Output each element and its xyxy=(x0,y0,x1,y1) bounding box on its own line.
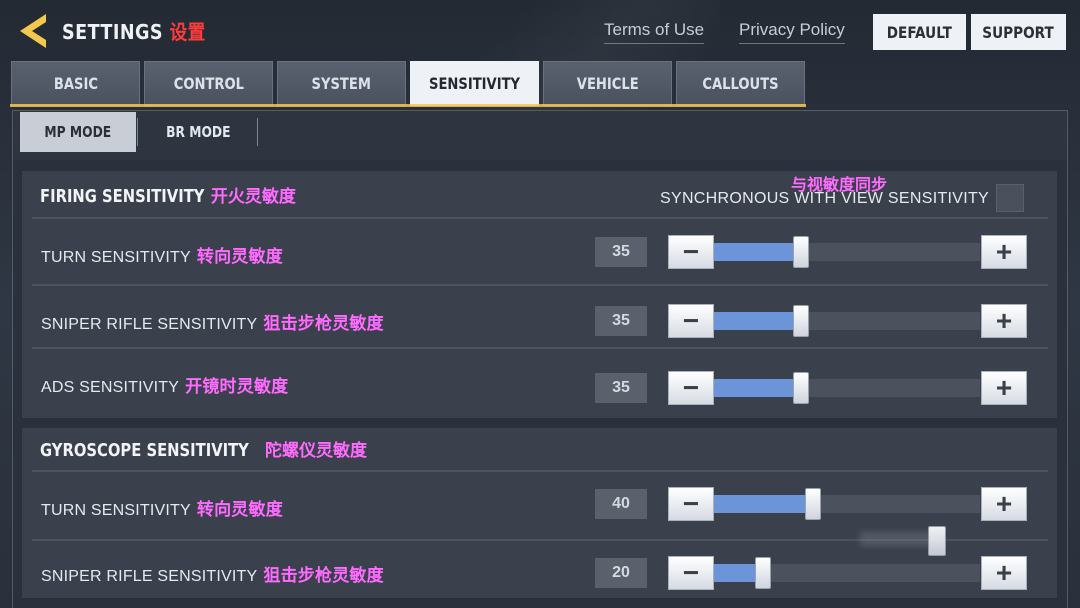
firing-ads-slider-thumb[interactable] xyxy=(792,372,809,404)
back-arrow-icon xyxy=(20,14,46,48)
default-button[interactable]: DEFAULT xyxy=(873,14,966,50)
firing-title-en: FIRING SENSITIVITY xyxy=(40,186,205,207)
sync-label: SYNCHRONOUS WITH VIEW SENSITIVITY xyxy=(660,190,990,207)
support-button[interactable]: SUPPORT xyxy=(971,14,1066,50)
row-label-en: TURN SENSITIVITY xyxy=(41,502,191,519)
divider xyxy=(137,118,138,146)
firing-ads-label: ADS SENSITIVITY 开镜时灵敏度 xyxy=(41,372,288,397)
tab-sensitivity[interactable]: SENSITIVITY xyxy=(410,61,539,106)
default-button-label: DEFAULT xyxy=(886,22,953,42)
row-label-cn: 转向灵敏度 xyxy=(196,500,283,519)
gyro-section-title: GYROSCOPE SENSITIVITY 陀螺仪灵敏度 xyxy=(40,436,367,461)
plus-icon: + xyxy=(995,372,1013,403)
tab-label: SENSITIVITY xyxy=(428,74,521,93)
row-label-en: ADS SENSITIVITY xyxy=(41,379,180,396)
firing-ads-value[interactable]: 35 xyxy=(595,373,647,403)
plus-icon: + xyxy=(995,557,1013,588)
tab-label: VEHICLE xyxy=(576,74,639,93)
gyro-turn-decrease-button[interactable]: − xyxy=(668,487,714,521)
gyro-turn-value[interactable]: 40 xyxy=(595,489,647,519)
row-label-cn: 开镜时灵敏度 xyxy=(185,377,289,396)
firing-sniper-increase-button[interactable]: + xyxy=(981,304,1027,338)
subtab-label: BR MODE xyxy=(165,123,231,141)
firing-section-title: FIRING SENSITIVITY 开火灵敏度 xyxy=(40,182,296,207)
dragging-slider-thumb[interactable] xyxy=(928,526,946,556)
row-label-en: TURN SENSITIVITY xyxy=(41,249,191,266)
page-title: SETTINGS 设置 xyxy=(62,16,206,45)
firing-turn-slider-thumb[interactable] xyxy=(792,236,809,268)
firing-turn-slider[interactable] xyxy=(714,243,980,261)
tab-basic[interactable]: BASIC xyxy=(11,61,140,106)
minus-icon: − xyxy=(682,305,700,336)
gyro-sniper-increase-button[interactable]: + xyxy=(981,556,1027,590)
back-button[interactable] xyxy=(16,12,50,50)
row-label-cn: 狙击步枪灵敏度 xyxy=(263,314,384,333)
gyro-turn-slider[interactable] xyxy=(714,495,980,513)
subtab-br-mode[interactable]: BR MODE xyxy=(140,112,256,152)
firing-sniper-decrease-button[interactable]: − xyxy=(668,304,714,338)
firing-turn-decrease-button[interactable]: − xyxy=(668,235,714,269)
firing-ads-increase-button[interactable]: + xyxy=(981,371,1027,405)
gyro-sniper-decrease-button[interactable]: − xyxy=(668,556,714,590)
row-separator xyxy=(32,470,1048,472)
plus-icon: + xyxy=(995,488,1013,519)
firing-ads-decrease-button[interactable]: − xyxy=(668,371,714,405)
terms-link[interactable]: Terms of Use xyxy=(604,20,705,44)
minus-icon: − xyxy=(682,372,700,403)
row-separator xyxy=(32,217,1048,219)
minus-icon: − xyxy=(682,557,700,588)
gyro-sniper-slider[interactable] xyxy=(714,564,980,582)
firing-ads-slider[interactable] xyxy=(714,379,980,397)
row-label-en: SNIPER RIFLE SENSITIVITY xyxy=(41,316,258,333)
minus-icon: − xyxy=(682,488,700,519)
plus-icon: + xyxy=(995,236,1013,267)
row-separator xyxy=(32,347,1048,349)
row-separator xyxy=(32,284,1048,286)
gyro-sniper-value[interactable]: 20 xyxy=(595,558,647,588)
subtab-mp-mode[interactable]: MP MODE xyxy=(20,112,136,152)
gyro-sniper-label: SNIPER RIFLE SENSITIVITY 狙击步枪灵敏度 xyxy=(41,561,384,586)
row-label-cn: 狙击步枪灵敏度 xyxy=(263,566,384,585)
gyro-title-cn: 陀螺仪灵敏度 xyxy=(265,441,367,461)
tab-vehicle[interactable]: VEHICLE xyxy=(543,61,672,106)
slider-fill xyxy=(714,312,801,330)
firing-sniper-value[interactable]: 35 xyxy=(595,306,647,336)
title-cn: 设置 xyxy=(169,20,206,44)
slider-fill xyxy=(714,243,801,261)
gyro-turn-slider-thumb[interactable] xyxy=(804,488,821,520)
tab-system[interactable]: SYSTEM xyxy=(277,61,406,106)
tab-callouts[interactable]: CALLOUTS xyxy=(676,61,805,106)
plus-icon: + xyxy=(995,305,1013,336)
support-button-label: SUPPORT xyxy=(982,22,1055,42)
tab-label: CONTROL xyxy=(173,74,244,93)
divider xyxy=(257,118,258,146)
privacy-link[interactable]: Privacy Policy xyxy=(739,20,845,44)
gyro-turn-label: TURN SENSITIVITY 转向灵敏度 xyxy=(41,495,283,520)
row-label-en: SNIPER RIFLE SENSITIVITY xyxy=(41,568,258,585)
firing-sniper-label: SNIPER RIFLE SENSITIVITY 狙击步枪灵敏度 xyxy=(41,309,384,334)
firing-turn-increase-button[interactable]: + xyxy=(981,235,1027,269)
gyro-title-en: GYROSCOPE SENSITIVITY xyxy=(40,440,249,461)
title-en: SETTINGS xyxy=(62,20,164,44)
tab-bar-underline xyxy=(10,104,806,107)
slider-fill xyxy=(714,379,801,397)
subtab-label: MP MODE xyxy=(44,123,112,141)
gyro-sniper-slider-thumb[interactable] xyxy=(755,557,772,589)
tab-label: CALLOUTS xyxy=(702,74,779,93)
firing-sniper-slider[interactable] xyxy=(714,312,980,330)
minus-icon: − xyxy=(682,236,700,267)
firing-turn-value[interactable]: 35 xyxy=(595,237,647,267)
firing-title-cn: 开火灵敏度 xyxy=(210,187,296,207)
firing-sniper-slider-thumb[interactable] xyxy=(792,305,809,337)
tab-label: BASIC xyxy=(53,74,98,93)
row-label-cn: 转向灵敏度 xyxy=(196,247,283,266)
tab-control[interactable]: CONTROL xyxy=(144,61,273,106)
gyro-turn-increase-button[interactable]: + xyxy=(981,487,1027,521)
tab-label: SYSTEM xyxy=(311,74,372,93)
slider-fill xyxy=(714,495,813,513)
firing-turn-label: TURN SENSITIVITY 转向灵敏度 xyxy=(41,242,283,267)
sync-checkbox[interactable] xyxy=(996,184,1024,212)
